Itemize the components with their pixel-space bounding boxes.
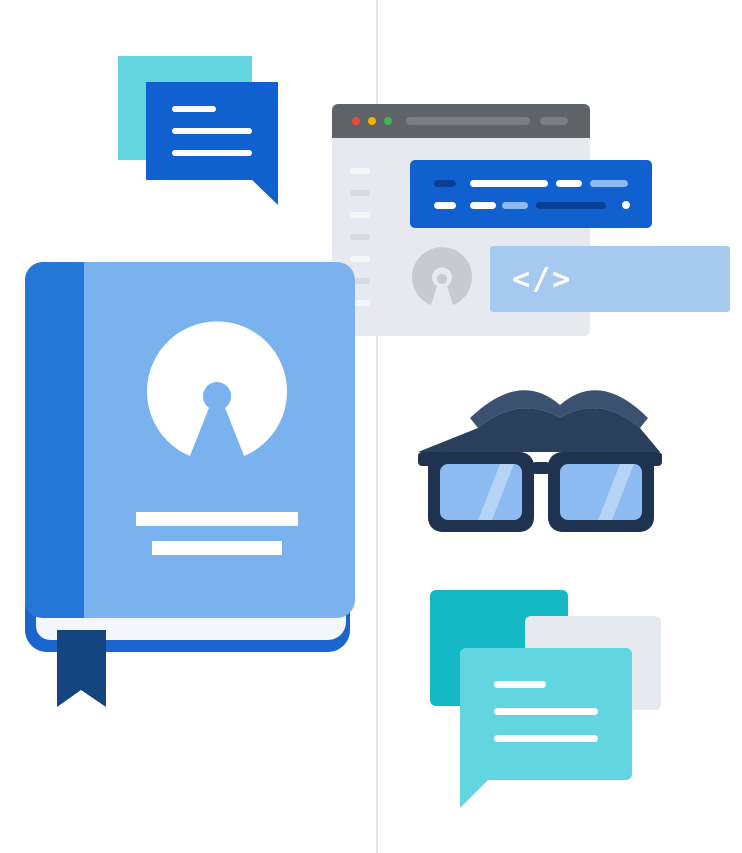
chat-bubbles-top-icon xyxy=(118,56,278,205)
code-editor-icon xyxy=(410,160,652,228)
open-source-docs-illustration xyxy=(24,0,730,853)
bookmark-ribbon xyxy=(57,630,106,707)
open-source-book-icon xyxy=(24,262,355,707)
open-source-logo xyxy=(147,321,287,456)
code-snippet-icon xyxy=(490,246,730,312)
glasses-icon xyxy=(418,390,662,532)
chat-bubbles-bottom-icon xyxy=(430,590,661,808)
